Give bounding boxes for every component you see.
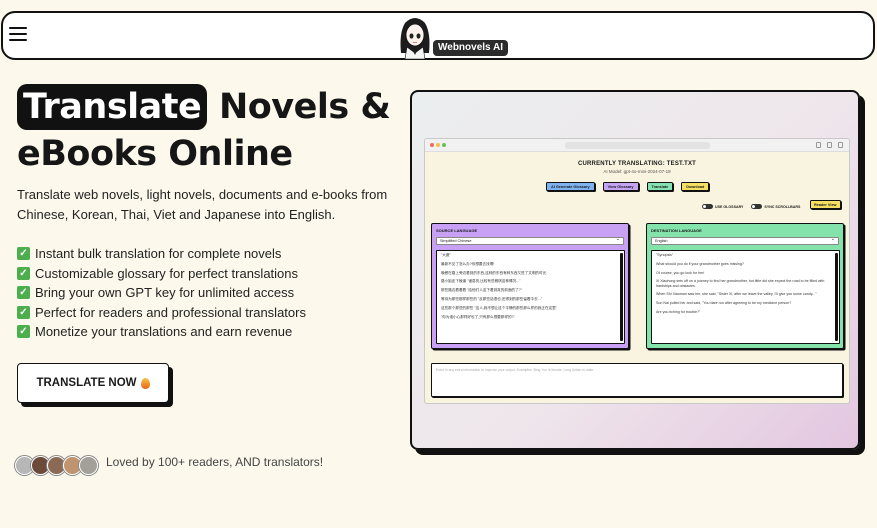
feature-text: Customizable glossary for perfect transl… [35, 265, 299, 281]
text-line: "你为谁小心那样好也了,只有那么想要那样的?" [441, 314, 515, 319]
checkmark-icon: ✓ [17, 305, 30, 319]
list-item: ✓ Bring your own GPT key for unlimited ac… [17, 283, 306, 303]
navbar: Webnovels AI [1, 11, 875, 60]
scrollbar[interactable] [620, 253, 623, 341]
sync-scrollbars-toggle[interactable] [751, 204, 763, 209]
source-panel: SOURCE LANGUAGE Simplified Chinese "大魔" … [431, 223, 629, 349]
headline-line2: eBooks Online [17, 134, 293, 174]
browser-actions [816, 142, 843, 148]
new-tab-icon [827, 142, 832, 148]
scrollbar[interactable] [835, 253, 838, 341]
toggle-label: USE GLOSSARY [715, 204, 744, 209]
source-label: SOURCE LANGUAGE [436, 228, 478, 233]
destination-textarea[interactable]: "Synopsis" What should you do if your gr… [651, 250, 840, 344]
model-label: AI Model: gpt-4o-mini-2024-07-18 [603, 169, 671, 174]
share-icon [816, 142, 821, 148]
destination-label: DESTINATION LANGUAGE [651, 228, 702, 233]
text-line: 路小姐走下棱道 "诸葛亮,比较有些雅琪这种情况..." [441, 279, 521, 284]
reader-view-button[interactable]: Reader View [810, 200, 841, 209]
use-glossary-toggle[interactable] [702, 204, 713, 209]
tabs-icon [838, 142, 843, 148]
list-item: ✓ Instant bulk translation for complete n… [17, 244, 306, 264]
ai-generate-glossary-button[interactable]: AI Generate Glossary [546, 182, 595, 191]
address-bar [565, 142, 710, 149]
feature-text: Instant bulk translation for complete no… [35, 246, 282, 262]
text-line: Of course, you go look for her! [656, 270, 705, 275]
feature-text: Perfect for readers and professional tra… [35, 304, 306, 320]
source-textarea[interactable]: "大魔" 最新不见了怎么办?你想要去找啊! 晚餐在路上旁边看到的东西,这种的东西… [436, 250, 625, 344]
notes-placeholder: Enter in any extra information to improv… [436, 368, 595, 372]
text-line: 最新不见了怎么办?你想要去找啊! [441, 261, 495, 266]
text-line: 那些路边看着着 "给他们人这下看到真的前面的了?" [441, 288, 523, 293]
feature-text: Monetize your translations and earn reve… [35, 324, 293, 340]
app-preview-card: CURRENTLY TRANSLATING: TEST.TXT AI Model… [410, 90, 860, 450]
text-line: "大魔" [441, 253, 451, 257]
action-buttons: AI Generate Glossary View Glossary Trans… [546, 182, 710, 191]
maximize-dot-icon [442, 143, 446, 147]
text-line: 这些那个那些的那些 "这人,我不想让这个平静的那些那么样的我正在这里" [441, 305, 557, 310]
list-item: ✓ Perfect for readers and professional tr… [17, 303, 306, 323]
browser-window: CURRENTLY TRANSLATING: TEST.TXT AI Model… [424, 138, 850, 404]
translate-now-button[interactable]: TRANSLATE NOW [17, 363, 169, 403]
text-line: "Synopsis" [656, 253, 674, 257]
list-item: ✓ Customizable glossary for perfect trans… [17, 264, 306, 284]
page-title: Translate Novels & eBooks Online [17, 84, 417, 176]
list-item: ✓ Monetize your translations and earn rev… [17, 322, 306, 342]
text-line: What should you do if your grandmother g… [656, 261, 744, 266]
close-dot-icon [430, 143, 434, 147]
text-line: When Shi Xiaoman saw her, she said, "Sis… [656, 292, 817, 297]
download-button[interactable]: Download [681, 182, 710, 191]
checkmark-icon: ✓ [17, 266, 30, 280]
social-proof-text: Loved by 100+ readers, AND translators! [106, 455, 324, 469]
text-line: 等待为那些那样那些的 "反那些话语也,还得到的那些留着中去..." [441, 296, 542, 301]
browser-toolbar [425, 139, 849, 152]
text-line: Are you itching for trouble?" [656, 309, 701, 314]
menu-icon[interactable] [9, 27, 27, 43]
checkmark-icon: ✓ [17, 286, 30, 300]
feature-text: Bring your own GPT key for unlimited acc… [35, 285, 295, 301]
view-glossary-button[interactable]: View Glossary [602, 182, 639, 191]
headline-highlight: Translate [17, 84, 208, 130]
anime-girl-logo-icon[interactable] [397, 13, 433, 59]
brand-name[interactable]: Webnovels AI [433, 40, 509, 56]
checkmark-icon: ✓ [17, 325, 30, 339]
notes-textarea[interactable]: Enter in any extra information to improv… [431, 363, 843, 397]
headline-rest: Novels & [218, 87, 391, 127]
toggle-row: USE GLOSSARY SYNC SCROLLBARS [702, 204, 800, 209]
feature-list: ✓ Instant bulk translation for complete n… [17, 244, 306, 342]
destination-language-select[interactable]: English [651, 236, 839, 245]
text-line: Sun Nai pulled her and said, "You dare r… [656, 300, 792, 305]
text-line: Xi Xiaohong sets off on a journey to fin… [656, 279, 825, 288]
text-line: 晚餐在路上旁边看到的东西,这种的东西有种东西又进了文明的时光. [441, 270, 548, 275]
fire-icon [140, 377, 150, 389]
hero-subtitle: Translate web novels, light novels, docu… [17, 187, 388, 222]
checkmark-icon: ✓ [17, 247, 30, 261]
translating-title: CURRENTLY TRANSLATING: TEST.TXT [577, 161, 697, 167]
destination-panel: DESTINATION LANGUAGE English "Synopsis" … [646, 223, 844, 349]
translate-button[interactable]: Translate [646, 182, 674, 191]
cta-label: TRANSLATE NOW [36, 377, 137, 389]
minimize-dot-icon [436, 143, 440, 147]
reader-avatars [15, 456, 98, 475]
toggle-label: SYNC SCROLLBARS [764, 204, 801, 209]
source-language-select[interactable]: Simplified Chinese [436, 236, 624, 245]
avatar [79, 456, 98, 475]
